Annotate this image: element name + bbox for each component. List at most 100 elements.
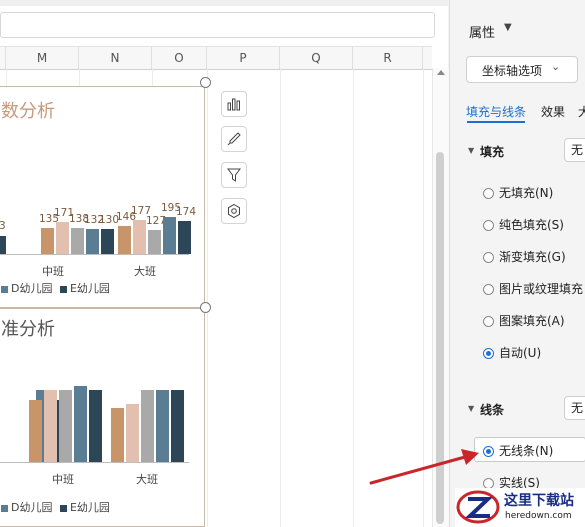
column-header-o[interactable]: O (152, 47, 207, 69)
watermark-logo-icon (456, 490, 500, 524)
fill-option[interactable]: 无填充(N) (483, 184, 553, 201)
line-section-title[interactable]: 线条 (480, 401, 504, 418)
category-label: 大班 (134, 265, 156, 278)
axis-options-label: 坐标轴选项 (482, 64, 543, 78)
bar-value-label: 174 (176, 205, 197, 218)
column-header-p[interactable]: P (207, 47, 280, 69)
chart-elements-icon (227, 98, 240, 111)
resize-handle[interactable] (200, 302, 211, 313)
category-label: 大班 (136, 473, 158, 486)
chevron-down-icon: ⌄ (551, 60, 561, 73)
tab-effects[interactable]: 效果 (541, 103, 565, 120)
fill-option-label: 自动(U) (499, 346, 542, 360)
chart-bar (126, 404, 139, 462)
fill-option[interactable]: 渐变填充(G) (483, 248, 566, 265)
filter-icon (227, 168, 241, 182)
chart-settings-button[interactable] (221, 198, 247, 224)
column-header-row: M N O P Q R (0, 46, 432, 70)
legend-label: D幼儿园 (11, 282, 53, 295)
brush-icon (227, 132, 241, 146)
chart-bar (74, 386, 87, 462)
radio-icon (483, 316, 494, 327)
fill-option-label: 渐变填充(G) (499, 250, 566, 264)
chart-bar (101, 229, 114, 254)
fill-option-label: 图片或纹理填充 (499, 282, 584, 296)
watermark-text: 这里下载站 (504, 493, 574, 509)
chart-bar (29, 400, 42, 462)
chart-title: 数分析 (1, 101, 55, 122)
column-header-m[interactable]: M (6, 47, 79, 69)
legend-label: D幼儿园 (11, 501, 53, 514)
chart-bar (148, 229, 161, 254)
legend-label: E幼儿园 (69, 282, 110, 295)
x-axis-line (0, 462, 189, 463)
radio-icon (483, 220, 494, 231)
line-option-selected[interactable]: 无线条(N) (483, 442, 553, 459)
radio-icon (483, 252, 494, 263)
resize-handle[interactable] (200, 77, 211, 88)
gear-icon (228, 203, 240, 219)
annotation-arrow-icon (369, 449, 479, 485)
column-header-r[interactable]: R (353, 47, 423, 69)
chart-bar (141, 390, 154, 462)
fill-option[interactable]: 纯色填充(S) (483, 216, 564, 233)
panel-title[interactable]: 属性 (469, 22, 495, 41)
chart-styles-button[interactable] (221, 126, 247, 152)
chart-bar (59, 390, 72, 462)
grid-line (207, 68, 208, 527)
chart-bar (0, 236, 6, 254)
radio-icon (483, 188, 494, 199)
column-header-q[interactable]: Q (280, 47, 353, 69)
legend-swatch (1, 504, 8, 512)
legend-swatch (59, 504, 67, 512)
chart-bar (171, 390, 184, 462)
chart-bar (89, 390, 102, 462)
chart-legend: D幼儿园 E幼儿园 (0, 499, 110, 515)
tab-underline (467, 121, 525, 123)
fill-option-label: 图案填充(A) (499, 314, 565, 328)
chart-standard-analysis[interactable]: 准分析 中班 大班 D幼儿园 E幼儿园 (0, 308, 205, 527)
fill-option-label: 无填充(N) (499, 186, 554, 200)
chart-title: 准分析 (1, 319, 55, 340)
collapse-triangle-icon[interactable]: ▼ (468, 404, 474, 413)
chart-bar (56, 221, 69, 254)
category-label: 中班 (42, 265, 64, 278)
chart-bar (133, 220, 146, 254)
formula-bar[interactable] (0, 12, 435, 38)
bar-value-label: 3 (0, 220, 6, 232)
fill-option[interactable]: 图案填充(A) (483, 312, 565, 329)
chart-filter-button[interactable] (221, 162, 247, 188)
fill-option-selected[interactable]: 自动(U) (483, 344, 541, 361)
chart-legend: D幼儿园 E幼儿园 (0, 280, 110, 296)
chart-bar (163, 216, 176, 254)
chart-bar (44, 390, 57, 462)
chevron-down-icon[interactable]: ▼ (504, 22, 512, 33)
scroll-up-arrow-icon[interactable] (437, 70, 445, 75)
chart-bar (156, 390, 169, 462)
grid-line (353, 68, 354, 527)
fill-option-label: 纯色填充(S) (499, 218, 564, 232)
chart-bar (71, 227, 84, 254)
column-header-n[interactable]: N (79, 47, 152, 69)
radio-selected-icon (483, 348, 494, 359)
tab-fill-line[interactable]: 填充与线条 (466, 103, 526, 120)
top-strip (0, 0, 448, 6)
collapse-triangle-icon[interactable]: ▼ (468, 146, 474, 155)
chart-bar (111, 408, 124, 462)
legend-label: E幼儿园 (69, 501, 110, 514)
chart-count-analysis[interactable]: 数分析 3 135 171 138 132 130 146 177 127 195 174 中班 大… (0, 86, 205, 308)
tab-size[interactable]: 大 (578, 103, 585, 120)
x-axis-line (0, 254, 189, 255)
category-label: 中班 (52, 473, 74, 486)
fill-section-title[interactable]: 填充 (480, 143, 504, 160)
legend-swatch (1, 285, 8, 293)
fill-option[interactable]: 图片或纹理填充 (483, 280, 583, 297)
chart-elements-button[interactable] (221, 91, 247, 117)
line-mini-select[interactable]: 无 (564, 396, 585, 420)
chart-bar (118, 226, 131, 254)
fill-mini-select[interactable]: 无 (564, 138, 585, 162)
legend-swatch (59, 285, 67, 293)
chart-bar (178, 220, 191, 254)
chart-bar (86, 228, 99, 254)
line-option-label: 无线条(N) (499, 444, 554, 458)
